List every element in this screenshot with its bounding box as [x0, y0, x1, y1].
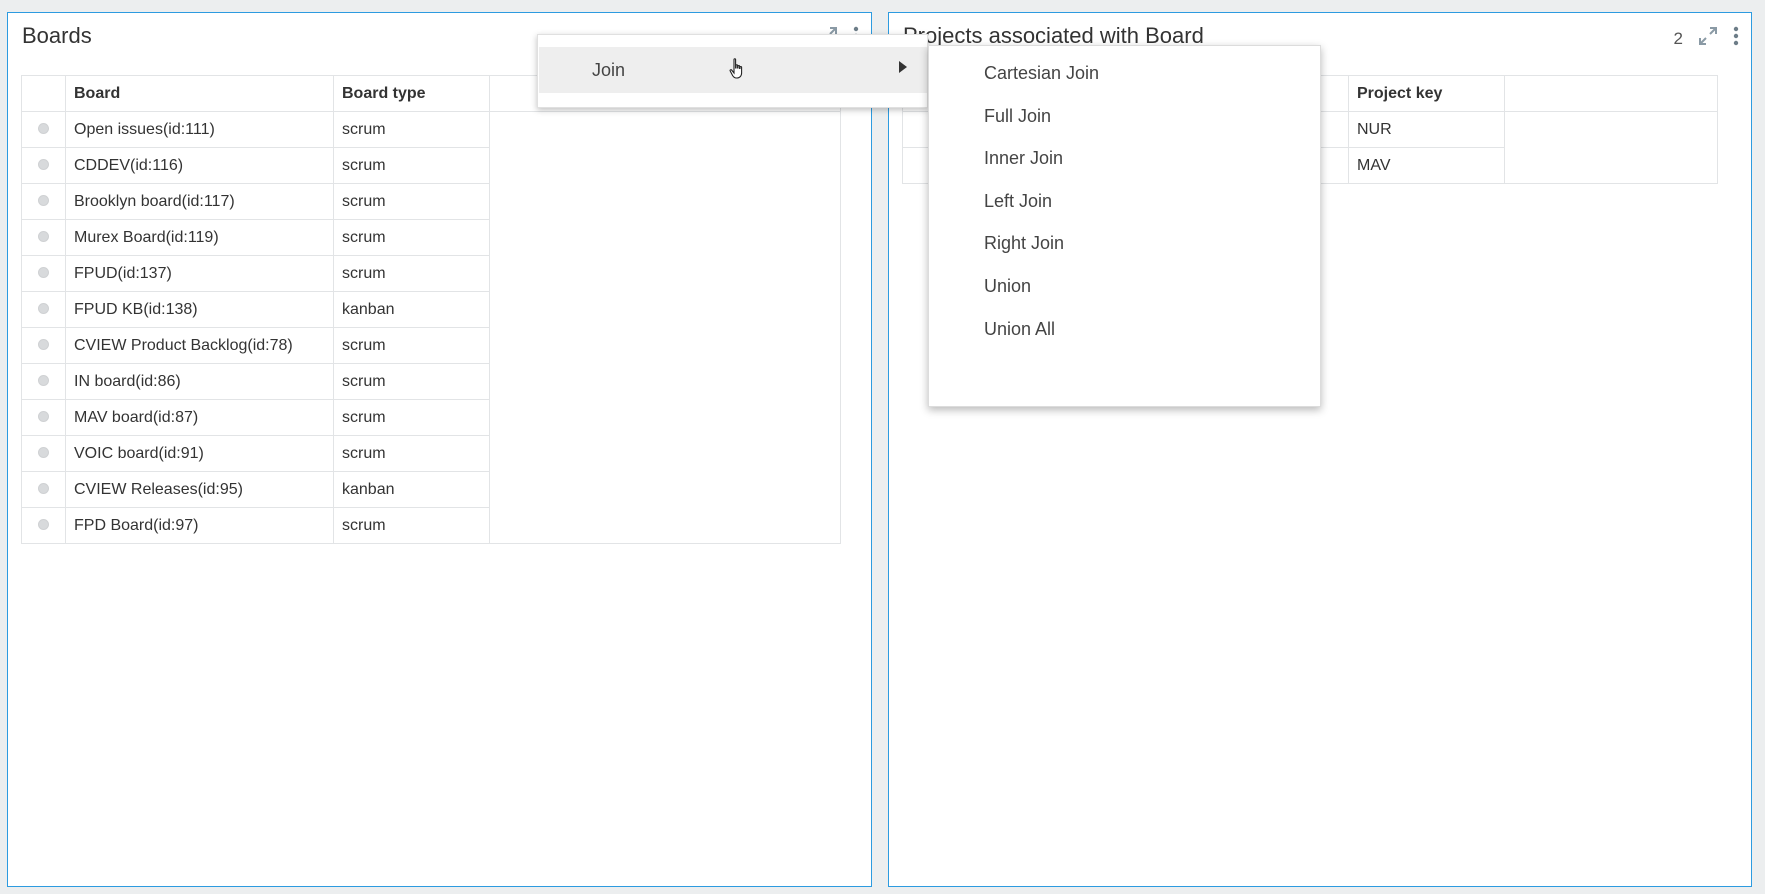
empty-column: [1504, 111, 1718, 184]
menu-item-label: Join: [592, 59, 626, 80]
row-select-radio[interactable]: [21, 291, 66, 328]
cell-board-type: scrum: [333, 435, 490, 472]
radio-icon[interactable]: [38, 374, 49, 386]
cell-board-type: scrum: [333, 507, 490, 544]
cell-board: Brooklyn board(id:117): [65, 183, 334, 220]
expand-icon[interactable]: [1697, 25, 1719, 52]
row-select-radio[interactable]: [21, 111, 66, 148]
cell-board: FPUD KB(id:138): [65, 291, 334, 328]
cell-board: CVIEW Product Backlog(id:78): [65, 327, 334, 364]
column-header-board[interactable]: Board: [65, 75, 334, 112]
cell-board: MAV board(id:87): [65, 399, 334, 436]
radio-icon[interactable]: [38, 338, 49, 350]
empty-column: [1504, 75, 1718, 112]
row-select-radio[interactable]: [21, 435, 66, 472]
row-select-radio[interactable]: [21, 507, 66, 544]
row-select-radio[interactable]: [21, 363, 66, 400]
cell-board: CDDEV(id:116): [65, 147, 334, 184]
submenu-item-inner-join[interactable]: Inner Join: [984, 143, 1063, 173]
cell-board-type: kanban: [333, 291, 490, 328]
cell-board-type: scrum: [333, 327, 490, 364]
row-select-radio[interactable]: [21, 183, 66, 220]
boards-panel-title: Boards: [22, 23, 92, 48]
cell-board: VOIC board(id:91): [65, 435, 334, 472]
radio-icon[interactable]: [38, 122, 49, 134]
cell-board-type: kanban: [333, 471, 490, 508]
cell-board: CVIEW Releases(id:95): [65, 471, 334, 508]
cell-board-type: scrum: [333, 147, 490, 184]
cell-board-type: scrum: [333, 255, 490, 292]
row-select-radio[interactable]: [21, 327, 66, 364]
cell-project-key: NUR: [1348, 111, 1505, 148]
row-select-radio[interactable]: [21, 399, 66, 436]
radio-icon[interactable]: [38, 446, 49, 458]
join-submenu: Cartesian Join Full Join Inner Join Left Jo…: [928, 45, 1321, 407]
projects-panel-tools: 2: [1674, 25, 1739, 52]
submenu-item-right-join[interactable]: Right Join: [984, 228, 1064, 258]
cell-board-type: scrum: [333, 399, 490, 436]
row-select-radio[interactable]: [21, 147, 66, 184]
row-select-radio[interactable]: [21, 255, 66, 292]
cell-board: FPUD(id:137): [65, 255, 334, 292]
more-vertical-icon[interactable]: [1733, 26, 1739, 51]
radio-icon[interactable]: [38, 518, 49, 530]
radio-icon[interactable]: [38, 230, 49, 242]
boards-table: Board Board type Open issues(id:111) scru…: [21, 75, 841, 544]
radio-icon[interactable]: [38, 410, 49, 422]
row-select-radio[interactable]: [21, 471, 66, 508]
submenu-item-union-all[interactable]: Union All: [984, 314, 1055, 344]
submenu-item-left-join[interactable]: Left Join: [984, 186, 1052, 216]
boards-panel: Boards Board Board type Open issues(id:1…: [7, 12, 872, 887]
cell-board-type: scrum: [333, 219, 490, 256]
submenu-item-full-join[interactable]: Full Join: [984, 101, 1051, 131]
select-column-header: [21, 75, 66, 112]
hand-pointer-icon: [729, 57, 747, 86]
cell-board-type: scrum: [333, 111, 490, 148]
cell-board: FPD Board(id:97): [65, 507, 334, 544]
cell-board: Open issues(id:111): [65, 111, 334, 148]
empty-column: [489, 111, 841, 544]
column-header-board-type[interactable]: Board type: [333, 75, 490, 112]
cell-project-key: MAV: [1348, 147, 1505, 184]
submenu-item-union[interactable]: Union: [984, 271, 1031, 301]
cell-board: IN board(id:86): [65, 363, 334, 400]
submenu-item-cartesian-join[interactable]: Cartesian Join: [984, 58, 1099, 88]
radio-icon[interactable]: [38, 194, 49, 206]
radio-icon[interactable]: [38, 266, 49, 278]
radio-icon[interactable]: [38, 482, 49, 494]
cell-board-type: scrum: [333, 363, 490, 400]
row-select-radio[interactable]: [21, 219, 66, 256]
context-menu: Join: [537, 34, 928, 108]
cell-board: Murex Board(id:119): [65, 219, 334, 256]
record-count: 2: [1673, 28, 1683, 48]
table-row[interactable]: Open issues(id:111) scrum: [21, 111, 841, 544]
column-header-project-key[interactable]: Project key: [1348, 75, 1505, 112]
radio-icon[interactable]: [38, 158, 49, 170]
cell-board-type: scrum: [333, 183, 490, 220]
caret-right-icon: [899, 61, 907, 73]
radio-icon[interactable]: [38, 302, 49, 314]
